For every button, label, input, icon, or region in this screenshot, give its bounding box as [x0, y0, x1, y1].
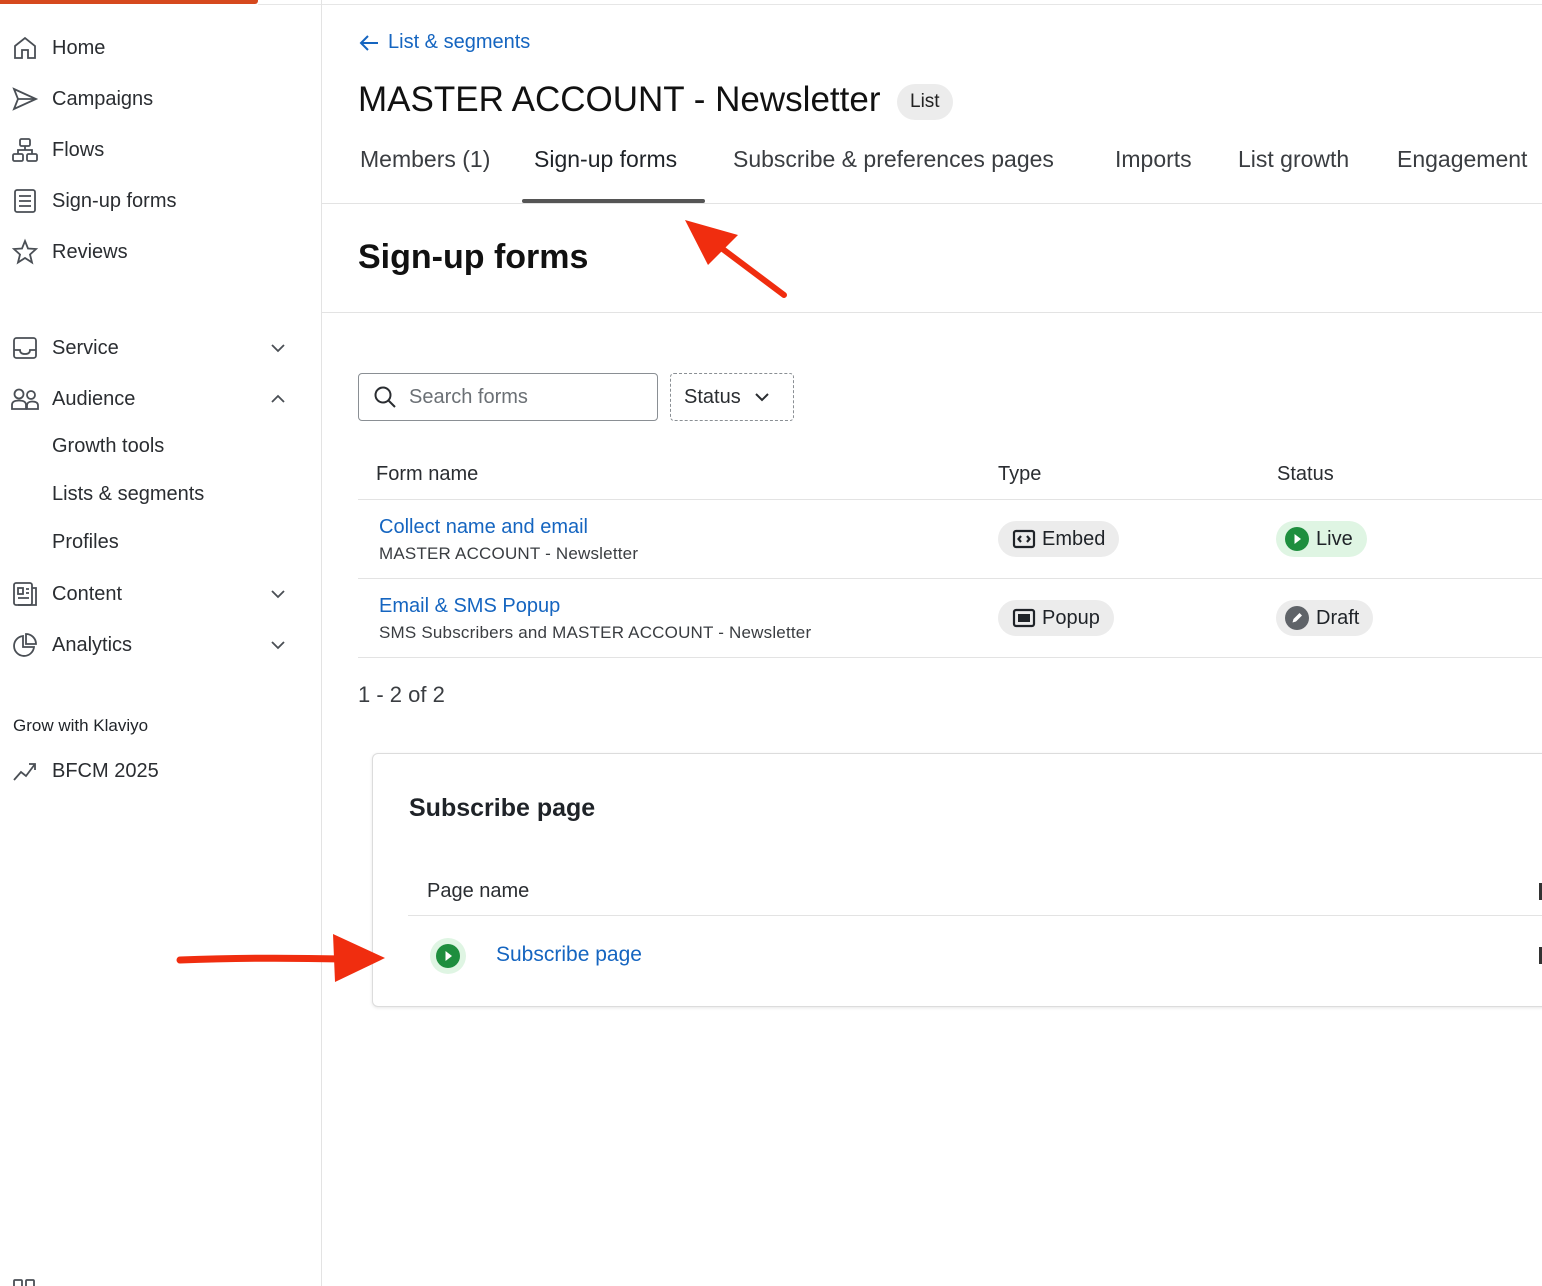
form-list-name: MASTER ACCOUNT - Newsletter: [379, 544, 639, 563]
table-divider: [358, 578, 1542, 579]
flows-icon: [10, 135, 40, 165]
send-icon: [10, 84, 40, 114]
column-header-page-name: Page name: [427, 880, 530, 902]
sidebar-item-sign-up-forms[interactable]: Sign-up forms: [10, 181, 300, 221]
arrow-left-icon: [359, 34, 378, 51]
section-title: Sign-up forms: [358, 238, 589, 276]
status-badge-live: Live: [1276, 521, 1367, 557]
sidebar-item-label: Flows: [52, 138, 105, 161]
tabs-divider: [322, 203, 1542, 204]
grow-section-title: Grow with Klaviyo: [13, 716, 149, 735]
sidebar-item-label: Campaigns: [52, 87, 154, 110]
home-icon: [10, 33, 40, 63]
card-table-divider: [408, 915, 1542, 916]
column-header-type[interactable]: Type: [998, 463, 1041, 486]
content-icon: [10, 579, 40, 609]
chevron-down-icon[interactable]: [268, 635, 288, 655]
type-label: Embed: [1042, 527, 1106, 550]
status-badge-draft: Draft: [1276, 600, 1374, 636]
sidebar-subitem-lists-segments[interactable]: Lists & segments: [52, 483, 204, 506]
type-badge-embed: Embed: [998, 521, 1120, 557]
form-list-name: SMS Subscribers and MASTER ACCOUNT - New…: [379, 623, 812, 642]
status-filter-dropdown[interactable]: Status: [670, 373, 794, 421]
sidebar-item-service[interactable]: Service: [10, 328, 300, 368]
section-divider: [322, 312, 1542, 313]
search-forms-field[interactable]: [358, 373, 658, 421]
sidebar-item-reviews[interactable]: Reviews: [10, 232, 300, 272]
type-badge-popup: Popup: [998, 600, 1114, 636]
sidebar-item-bfcm[interactable]: BFCM 2025: [10, 751, 300, 791]
sidebar-item-label: Analytics: [52, 633, 133, 656]
top-border: [258, 4, 1542, 5]
chevron-down-icon[interactable]: [268, 584, 288, 604]
sidebar: Home Campaigns Flows Sign-up forms Revie…: [0, 0, 322, 1286]
subscribe-page-link[interactable]: Subscribe page: [496, 943, 642, 967]
list-type-badge: List: [897, 84, 953, 120]
tab-imports[interactable]: Imports: [1115, 146, 1192, 173]
chevron-up-icon[interactable]: [268, 389, 288, 409]
subscribe-page-card: [372, 753, 1542, 1007]
play-icon: [430, 938, 466, 974]
column-header-status[interactable]: Status: [1277, 463, 1334, 486]
form-name-link[interactable]: Email & SMS Popup: [379, 595, 560, 618]
sidebar-item-audience[interactable]: Audience: [10, 379, 300, 419]
back-link-label: List & segments: [388, 31, 531, 53]
search-icon: [374, 386, 396, 408]
sidebar-item-flows[interactable]: Flows: [10, 130, 300, 170]
grid-icon[interactable]: [12, 1278, 38, 1286]
tab-sign-up-forms[interactable]: Sign-up forms: [534, 146, 677, 173]
pie-chart-icon: [10, 630, 40, 660]
sidebar-item-label: Content: [52, 582, 123, 605]
status-filter-label: Status: [684, 385, 741, 408]
sidebar-subitem-profiles[interactable]: Profiles: [52, 531, 119, 554]
form-name-link[interactable]: Collect name and email: [379, 516, 588, 539]
pagination-summary: 1 - 2 of 2: [358, 682, 445, 707]
pencil-icon: [1284, 605, 1310, 631]
page-title: MASTER ACCOUNT - Newsletter: [358, 80, 881, 119]
tab-list-growth[interactable]: List growth: [1238, 146, 1349, 173]
inbox-icon: [10, 333, 40, 363]
annotation-arrow-icon: [685, 220, 787, 298]
tab-engagement[interactable]: Engagement: [1397, 146, 1527, 173]
sidebar-item-label: BFCM 2025: [52, 759, 159, 782]
trending-up-icon: [10, 756, 40, 786]
tab-subscribe-preferences-pages[interactable]: Subscribe & preferences pages: [733, 146, 1054, 173]
chevron-down-icon[interactable]: [268, 338, 288, 358]
type-label: Popup: [1042, 606, 1100, 629]
status-label: Live: [1316, 527, 1353, 550]
sidebar-item-label: Sign-up forms: [52, 189, 177, 212]
table-divider: [358, 657, 1542, 658]
form-icon: [10, 186, 40, 216]
sidebar-item-analytics[interactable]: Analytics: [10, 625, 300, 665]
sidebar-item-label: Reviews: [52, 240, 128, 263]
search-input[interactable]: [409, 385, 649, 409]
play-icon: [1284, 526, 1310, 552]
status-label: Draft: [1316, 606, 1360, 629]
sidebar-item-content[interactable]: Content: [10, 574, 300, 614]
tab-members[interactable]: Members (1): [360, 146, 490, 173]
sidebar-item-label: Home: [52, 36, 106, 59]
table-divider: [358, 499, 1542, 500]
sidebar-item-home[interactable]: Home: [10, 28, 300, 68]
chevron-down-icon: [754, 393, 769, 402]
sidebar-subitem-growth-tools[interactable]: Growth tools: [52, 435, 164, 458]
sidebar-item-label: Audience: [52, 387, 136, 410]
column-header-form-name[interactable]: Form name: [376, 463, 478, 486]
back-link[interactable]: List & segments: [358, 31, 530, 54]
people-icon: [10, 384, 40, 414]
embed-icon: [1012, 528, 1036, 550]
card-title: Subscribe page: [409, 794, 596, 822]
sidebar-item-campaigns[interactable]: Campaigns: [10, 79, 300, 119]
star-icon: [10, 237, 40, 267]
sidebar-item-label: Service: [52, 336, 119, 359]
popup-icon: [1012, 607, 1036, 629]
